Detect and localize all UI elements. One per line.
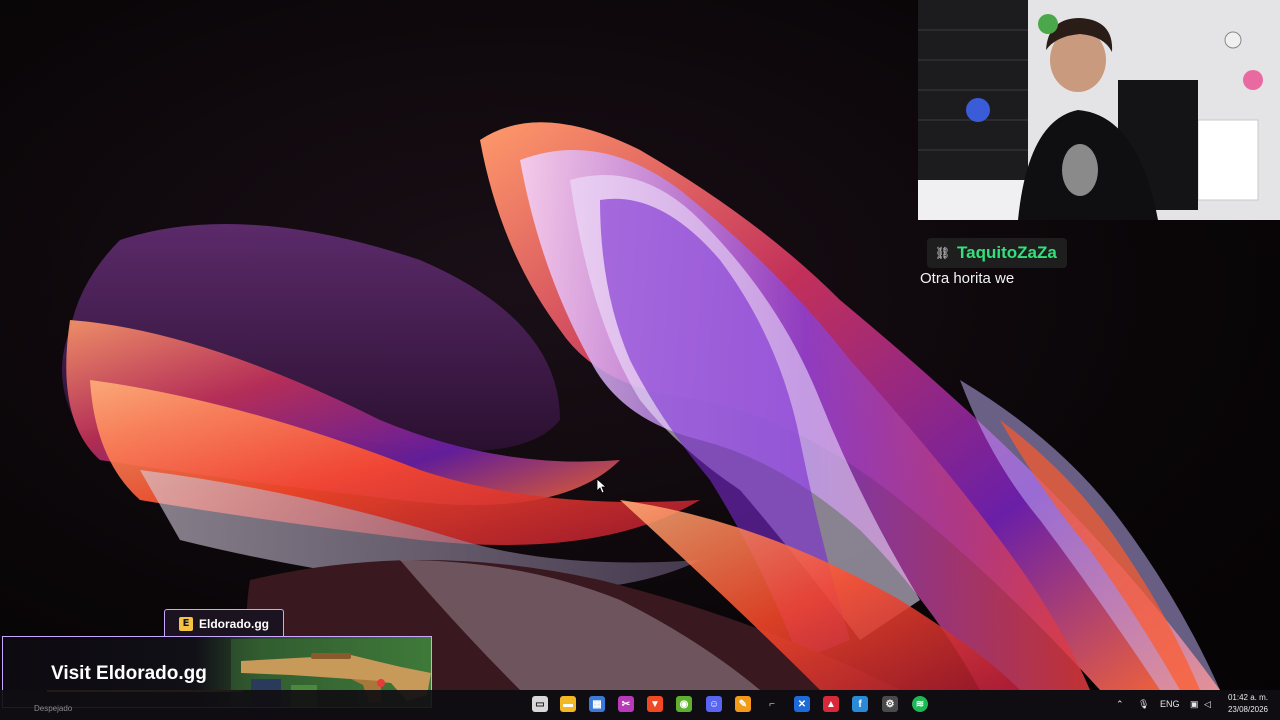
desktop: ⛓ TaquitoZaZa Otra horita we E Eldorado.… [0, 0, 1280, 720]
spotify-icon[interactable]: ≋ [912, 696, 928, 712]
volume-icon[interactable]: ◁ [1204, 699, 1211, 710]
sponsor-tab-label: Eldorado.gg [199, 616, 269, 631]
app-icon[interactable]: ▲ [823, 696, 839, 712]
eldorado-logo-icon: E [179, 616, 193, 631]
microsoft-store-icon[interactable]: ▦ [589, 696, 605, 712]
app-icon[interactable]: ⚙ [882, 696, 898, 712]
weather-widget-text[interactable]: Despejado [34, 704, 72, 713]
discord-icon[interactable]: ☺ [706, 696, 722, 712]
brave-browser-icon[interactable]: ▼ [647, 696, 663, 712]
network-icon[interactable]: ▣ [1190, 699, 1199, 710]
app-icon[interactable]: ✎ [735, 696, 751, 712]
file-explorer-icon[interactable]: ▬ [560, 696, 576, 712]
mouse-cursor-icon [596, 478, 608, 494]
clock-date[interactable]: 23/08/2026 [1228, 705, 1268, 714]
task-view-icon[interactable]: ▭ [532, 696, 548, 712]
webcam-feed [918, 0, 1280, 220]
app-icon[interactable]: ⌐ [764, 696, 780, 712]
taskbar: Despejado [0, 690, 1280, 720]
chat-badge-icon: ⛓ [935, 246, 951, 260]
chat-username: TaquitoZaZa [957, 243, 1057, 262]
webcam-overlay [918, 0, 1280, 220]
nvidia-icon[interactable]: ◉ [676, 696, 692, 712]
sponsor-banner-text: Visit Eldorado.gg [51, 663, 207, 684]
language-indicator[interactable]: ENG [1160, 699, 1180, 709]
chat-message: Otra horita we [920, 270, 1015, 287]
clock-time[interactable]: 01:42 a. m. [1228, 693, 1268, 702]
sponsor-tab: E Eldorado.gg [164, 609, 284, 637]
app-icon[interactable]: ✕ [794, 696, 810, 712]
system-tray: ⌃ 🎙 ENG ▣ ◁ 01:42 a. m. 23/08/2026 [1112, 690, 1280, 720]
snipping-tool-icon[interactable]: ✂ [618, 696, 634, 712]
app-icon[interactable]: f [852, 696, 868, 712]
chevron-up-icon[interactable]: ⌃ [1116, 699, 1124, 710]
chat-username-chip: ⛓ TaquitoZaZa [927, 238, 1067, 268]
microphone-icon[interactable]: 🎙 [1138, 699, 1149, 710]
